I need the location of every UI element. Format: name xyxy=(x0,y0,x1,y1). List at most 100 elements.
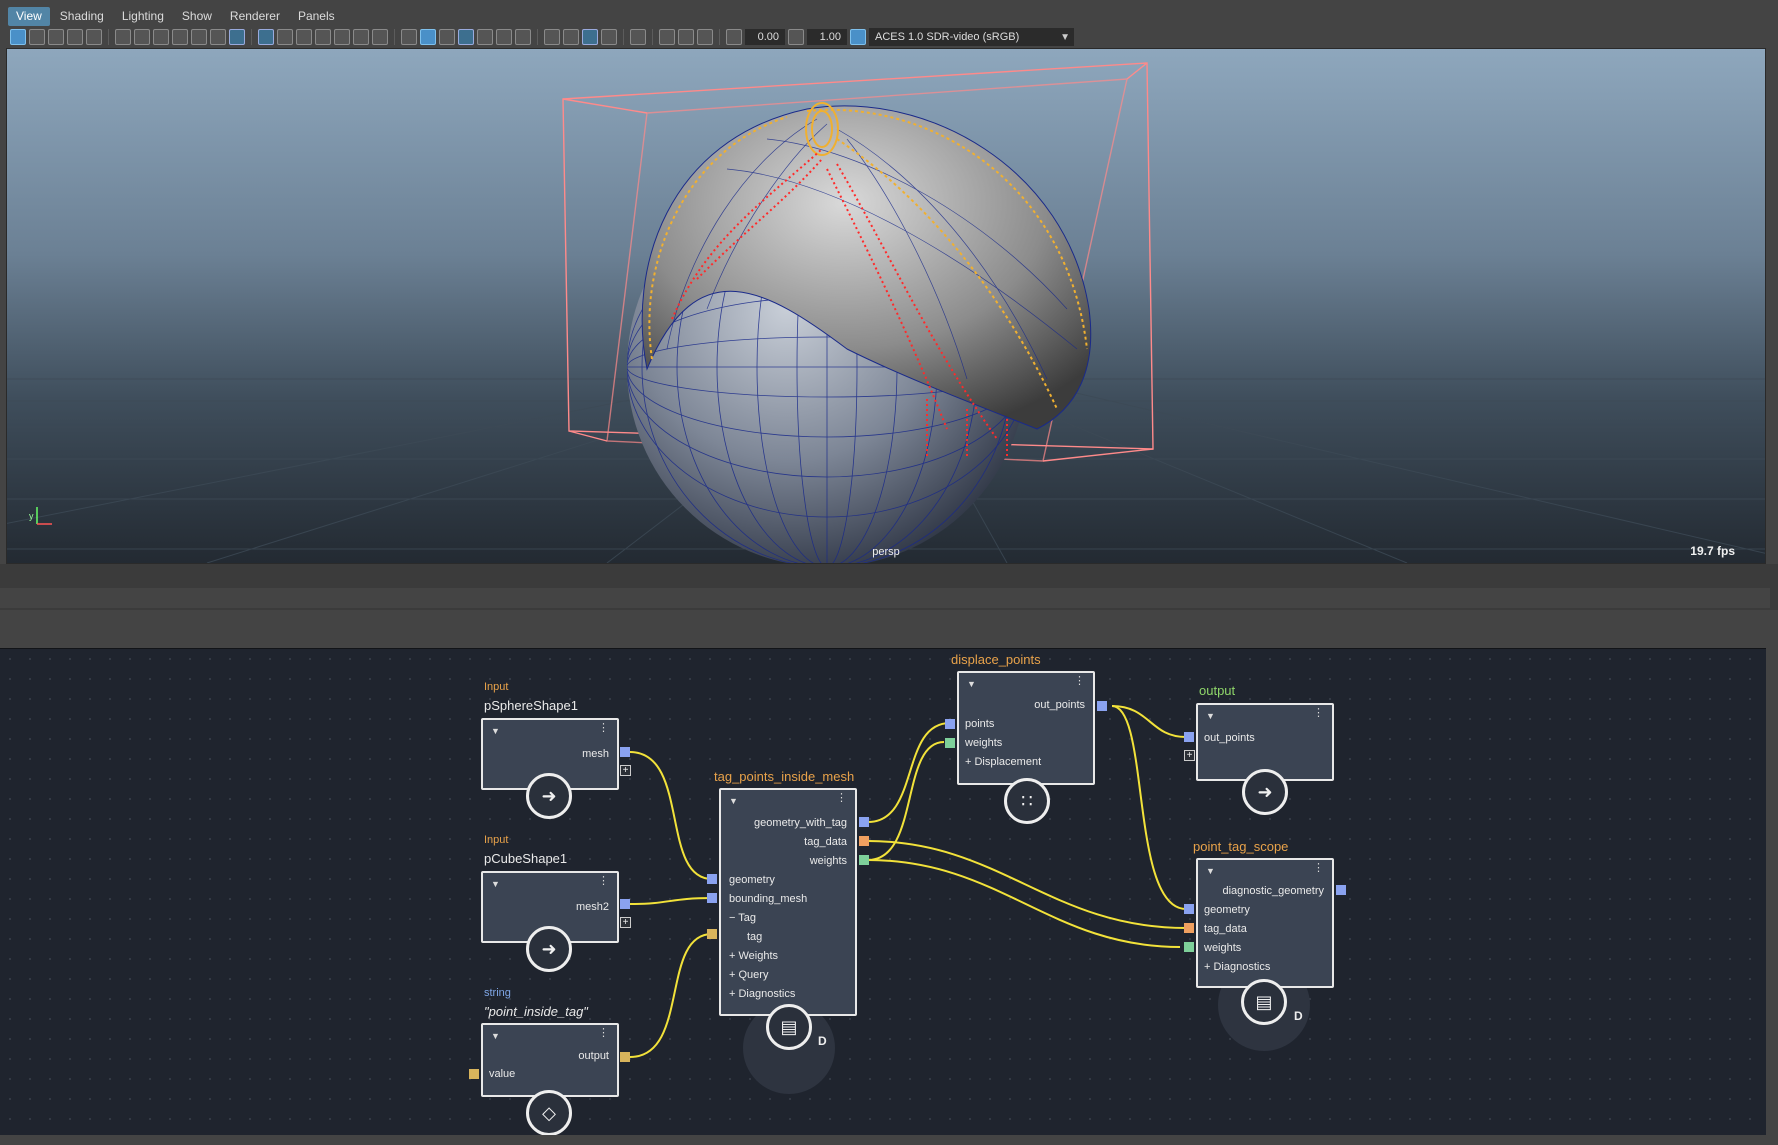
group-displacement[interactable]: + Displacement xyxy=(965,756,1041,768)
scene-render[interactable] xyxy=(7,49,1765,563)
depth-of-field-icon[interactable] xyxy=(601,29,617,45)
collapse-triangle-icon[interactable]: ▼ xyxy=(1206,866,1215,876)
isolate-select-icon[interactable] xyxy=(630,29,646,45)
gamma-field[interactable]: 1.00 xyxy=(807,29,847,45)
tag-points-inside-mesh-node[interactable]: ▼ ⋮ geometry_with_tag tag_data weights g… xyxy=(719,788,857,1016)
add-port-icon[interactable]: + xyxy=(620,765,631,776)
ambient-occlusion-icon[interactable] xyxy=(544,29,560,45)
panel-divider[interactable] xyxy=(0,564,1778,610)
bookmark-icon[interactable] xyxy=(48,29,64,45)
collapse-triangle-icon[interactable]: ▼ xyxy=(1206,711,1215,721)
3d-viewport[interactable]: y persp 19.7 fps xyxy=(6,48,1766,564)
point-tag-scope-node[interactable]: ▼ ⋮ diagnostic_geometry geometry tag_dat… xyxy=(1196,858,1334,988)
textured-icon[interactable] xyxy=(477,29,493,45)
port-weights-in[interactable] xyxy=(1184,942,1194,952)
menu-renderer[interactable]: Renderer xyxy=(222,7,288,26)
node-menu-icon[interactable]: ⋮ xyxy=(1313,863,1324,874)
output-node-title[interactable]: output xyxy=(1199,683,1235,698)
resolution-gate-icon[interactable] xyxy=(296,29,312,45)
xray-joints-icon[interactable] xyxy=(697,29,713,45)
displace-points-node[interactable]: ▼ ⋮ out_points points weights + Displace… xyxy=(957,671,1095,785)
gate-mask-icon[interactable] xyxy=(315,29,331,45)
port-value-in[interactable] xyxy=(469,1069,479,1079)
group-weights[interactable]: + Weights xyxy=(729,950,778,962)
port-weights-in[interactable] xyxy=(945,738,955,748)
xray-active-icon[interactable] xyxy=(678,29,694,45)
node-menu-icon[interactable]: ⋮ xyxy=(598,1028,609,1039)
port-weights-out[interactable] xyxy=(859,855,869,865)
node-graph-editor[interactable]: Input pSphereShape1 ▼ ⋮ mesh + ➜ Input p… xyxy=(0,648,1766,1135)
group-tag[interactable]: − Tag xyxy=(729,912,756,924)
xray-icon[interactable] xyxy=(659,29,675,45)
camera-attributes-icon[interactable] xyxy=(29,29,45,45)
add-port-icon[interactable]: + xyxy=(1184,750,1195,761)
grease-pencil-icon[interactable] xyxy=(153,29,169,45)
smooth-shade-icon[interactable] xyxy=(420,29,436,45)
menu-view[interactable]: View xyxy=(8,7,50,26)
safe-action-icon[interactable] xyxy=(353,29,369,45)
motion-blur-icon[interactable] xyxy=(563,29,579,45)
add-port-icon[interactable]: + xyxy=(620,917,631,928)
menu-panels[interactable]: Panels xyxy=(290,7,343,26)
node-menu-icon[interactable]: ⋮ xyxy=(598,876,609,887)
node-menu-icon[interactable]: ⋮ xyxy=(1074,676,1085,687)
port-mesh-out[interactable] xyxy=(620,747,630,757)
port-tag-data-in[interactable] xyxy=(1184,923,1194,933)
exposure-icon[interactable] xyxy=(726,29,742,45)
default-material-icon[interactable] xyxy=(439,29,455,45)
menu-show[interactable]: Show xyxy=(174,7,220,26)
string-node-value[interactable]: "point_inside_tag" xyxy=(484,1004,588,1019)
displace-node-title[interactable]: displace_points xyxy=(951,652,1041,667)
camera-lock-icon[interactable] xyxy=(134,29,150,45)
string-value-node[interactable]: ▼ ⋮ output value xyxy=(481,1023,619,1097)
port-diagnostic-geometry-out[interactable] xyxy=(1336,885,1346,895)
collapse-triangle-icon[interactable]: ▼ xyxy=(967,679,976,689)
node-menu-icon[interactable]: ⋮ xyxy=(1313,708,1324,719)
field-chart-icon[interactable] xyxy=(334,29,350,45)
2d-pan-zoom-icon[interactable] xyxy=(86,29,102,45)
film-gate-icon[interactable] xyxy=(277,29,293,45)
shadows-icon[interactable] xyxy=(515,29,531,45)
port-bounding-mesh-in[interactable] xyxy=(707,893,717,903)
port-output-out[interactable] xyxy=(620,1052,630,1062)
collapse-triangle-icon[interactable]: ▼ xyxy=(491,1031,500,1041)
move-pivot-icon[interactable] xyxy=(210,29,226,45)
bookmark-flag-icon[interactable] xyxy=(172,29,188,45)
collapse-triangle-icon[interactable]: ▼ xyxy=(491,726,500,736)
node-menu-icon[interactable]: ⋮ xyxy=(598,723,609,734)
anti-aliasing-icon[interactable] xyxy=(582,29,598,45)
port-geometry-in[interactable] xyxy=(1184,904,1194,914)
safe-title-icon[interactable] xyxy=(372,29,388,45)
port-geometry-with-tag-out[interactable] xyxy=(859,817,869,827)
wireframe-on-shaded-icon[interactable] xyxy=(458,29,474,45)
wireframe-icon[interactable] xyxy=(401,29,417,45)
select-camera-icon[interactable] xyxy=(10,29,26,45)
snap-icon[interactable] xyxy=(191,29,207,45)
collapse-triangle-icon[interactable]: ▼ xyxy=(491,879,500,889)
sphere-node-title[interactable]: pSphereShape1 xyxy=(484,698,578,713)
port-mesh2-out[interactable] xyxy=(620,899,630,909)
view-transform-dropdown[interactable]: ACES 1.0 SDR-video (sRGB) ▼ xyxy=(869,28,1074,46)
tag-node-title[interactable]: tag_points_inside_mesh xyxy=(714,769,854,784)
pencil-icon[interactable] xyxy=(229,29,245,45)
group-diagnostics[interactable]: + Diagnostics xyxy=(729,988,795,1000)
port-tag-in[interactable] xyxy=(707,929,717,939)
port-tag-data-out[interactable] xyxy=(859,836,869,846)
grid-icon[interactable] xyxy=(258,29,274,45)
port-geometry-in[interactable] xyxy=(707,874,717,884)
color-management-icon[interactable] xyxy=(850,29,866,45)
menu-shading[interactable]: Shading xyxy=(52,7,112,26)
group-diagnostics[interactable]: + Diagnostics xyxy=(1204,961,1270,973)
group-query[interactable]: + Query xyxy=(729,969,768,981)
collapse-triangle-icon[interactable]: ▼ xyxy=(729,796,738,806)
image-plane-icon[interactable] xyxy=(67,29,83,45)
exposure-field[interactable]: 0.00 xyxy=(745,29,785,45)
camera-icon[interactable] xyxy=(115,29,131,45)
port-out-points-out[interactable] xyxy=(1097,701,1107,711)
node-menu-icon[interactable]: ⋮ xyxy=(836,793,847,804)
menu-lighting[interactable]: Lighting xyxy=(114,7,172,26)
port-out-points-in[interactable] xyxy=(1184,732,1194,742)
lights-icon[interactable] xyxy=(496,29,512,45)
gamma-icon[interactable] xyxy=(788,29,804,45)
cube-node-title[interactable]: pCubeShape1 xyxy=(484,851,567,866)
